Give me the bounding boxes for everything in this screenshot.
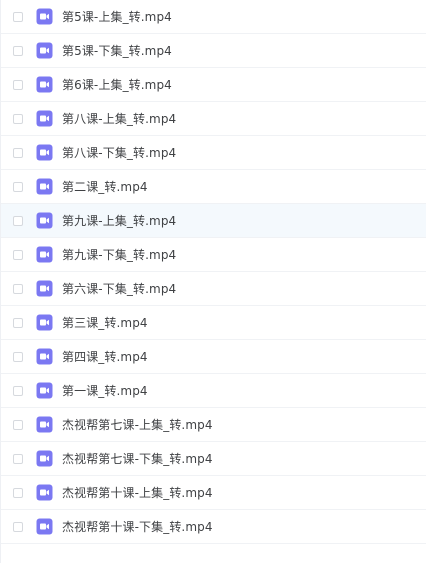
video-file-icon: [36, 484, 53, 501]
file-row[interactable]: 第6课-上集_转.mp4: [1, 68, 426, 102]
file-name[interactable]: 第一课_转.mp4: [62, 374, 148, 408]
file-name[interactable]: 第六课-下集_转.mp4: [62, 272, 176, 306]
row-checkbox[interactable]: [13, 113, 23, 124]
video-file-icon: [36, 314, 53, 331]
row-checkbox[interactable]: [13, 521, 23, 532]
file-row[interactable]: 第5课-上集_转.mp4: [1, 0, 426, 34]
file-row[interactable]: 第四课_转.mp4: [1, 340, 426, 374]
file-row[interactable]: 杰视帮第十课-上集_转.mp4: [1, 476, 426, 510]
video-file-icon: [36, 144, 53, 161]
file-name[interactable]: 第四课_转.mp4: [62, 340, 148, 374]
row-checkbox[interactable]: [13, 181, 23, 192]
video-file-icon: [36, 382, 53, 399]
file-row[interactable]: 第三课_转.mp4: [1, 306, 426, 340]
row-checkbox[interactable]: [13, 79, 23, 90]
row-checkbox[interactable]: [13, 317, 23, 328]
file-name[interactable]: 第八课-下集_转.mp4: [62, 136, 176, 170]
file-name[interactable]: 杰视帮第十课-下集_转.mp4: [62, 510, 213, 544]
file-row[interactable]: 第一课_转.mp4: [1, 374, 426, 408]
row-checkbox[interactable]: [13, 283, 23, 294]
file-row[interactable]: 第5课-下集_转.mp4: [1, 34, 426, 68]
row-checkbox[interactable]: [13, 487, 23, 498]
file-name[interactable]: 第三课_转.mp4: [62, 306, 148, 340]
file-row[interactable]: 杰视帮第十课-下集_转.mp4: [1, 510, 426, 544]
file-name[interactable]: 杰视帮第七课-下集_转.mp4: [62, 442, 213, 476]
file-row[interactable]: 杰视帮第七课-下集_转.mp4: [1, 442, 426, 476]
video-file-icon: [36, 416, 53, 433]
video-file-icon: [36, 518, 53, 535]
video-file-icon: [36, 76, 53, 93]
file-list: 第5课-上集_转.mp4 第5课-下集_转.mp4 第6课-上集_转.mp4 第…: [0, 0, 426, 563]
row-checkbox[interactable]: [13, 351, 23, 362]
row-checkbox[interactable]: [13, 453, 23, 464]
video-file-icon: [36, 8, 53, 25]
video-file-icon: [36, 110, 53, 127]
file-row[interactable]: 第六课-下集_转.mp4: [1, 272, 426, 306]
file-name[interactable]: 第5课-下集_转.mp4: [62, 34, 172, 68]
row-checkbox[interactable]: [13, 419, 23, 430]
row-checkbox[interactable]: [13, 11, 23, 22]
file-name[interactable]: 第八课-上集_转.mp4: [62, 102, 176, 136]
file-row[interactable]: 第八课-上集_转.mp4: [1, 102, 426, 136]
file-row[interactable]: 第二课_转.mp4: [1, 170, 426, 204]
video-file-icon: [36, 178, 53, 195]
row-checkbox[interactable]: [13, 249, 23, 260]
file-name[interactable]: 第九课-下集_转.mp4: [62, 238, 176, 272]
file-row[interactable]: 杰视帮第七课-上集_转.mp4: [1, 408, 426, 442]
row-checkbox[interactable]: [13, 147, 23, 158]
video-file-icon: [36, 280, 53, 297]
video-file-icon: [36, 246, 53, 263]
file-name[interactable]: 杰视帮第七课-上集_转.mp4: [62, 408, 213, 442]
video-file-icon: [36, 450, 53, 467]
file-name[interactable]: 第二课_转.mp4: [62, 170, 148, 204]
row-checkbox[interactable]: [13, 215, 23, 226]
row-checkbox[interactable]: [13, 385, 23, 396]
list-bottom-space: [1, 544, 426, 563]
file-name[interactable]: 第6课-上集_转.mp4: [62, 68, 172, 102]
file-name[interactable]: 第5课-上集_转.mp4: [62, 0, 172, 34]
file-name[interactable]: 杰视帮第十课-上集_转.mp4: [62, 476, 213, 510]
file-row[interactable]: 第九课-下集_转.mp4: [1, 238, 426, 272]
video-file-icon: [36, 42, 53, 59]
file-row-hovered[interactable]: 第九课-上集_转.mp4: [1, 204, 426, 238]
file-name[interactable]: 第九课-上集_转.mp4: [62, 204, 176, 238]
video-file-icon: [36, 212, 53, 229]
video-file-icon: [36, 348, 53, 365]
row-checkbox[interactable]: [13, 45, 23, 56]
file-row[interactable]: 第八课-下集_转.mp4: [1, 136, 426, 170]
